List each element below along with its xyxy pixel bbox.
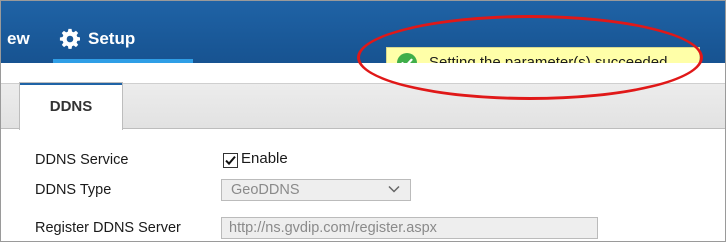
- enable-checkbox[interactable]: [223, 153, 238, 168]
- register-server-field[interactable]: http://ns.gvdip.com/register.aspx: [221, 217, 598, 239]
- ddns-type-row: DDNS Type: [35, 179, 111, 201]
- enable-checkbox-label[interactable]: Enable: [241, 150, 288, 167]
- ddns-service-row: DDNS Service: [35, 149, 128, 171]
- register-server-value: http://ns.gvdip.com/register.aspx: [229, 220, 437, 236]
- ddns-type-select[interactable]: GeoDDNS: [221, 179, 411, 201]
- gear-icon: [59, 28, 80, 49]
- tab-active-accent: [20, 83, 122, 85]
- tab-ddns[interactable]: DDNS: [19, 82, 123, 130]
- window: ew Setup Setting the parameter(s) succee…: [0, 0, 726, 242]
- tab-strip: DDNS: [1, 82, 725, 130]
- nav-setup-label: Setup: [88, 29, 136, 48]
- ddns-service-label: DDNS Service: [35, 152, 129, 168]
- ddns-type-value: GeoDDNS: [231, 182, 300, 198]
- nav-item-preview[interactable]: ew: [7, 29, 30, 49]
- register-server-row: Register DDNS Server: [35, 217, 181, 239]
- nav-item-setup[interactable]: Setup: [59, 23, 135, 63]
- tab-ddns-label: DDNS: [49, 98, 93, 115]
- checkmark-icon: [225, 155, 236, 166]
- ddns-type-label: DDNS Type: [35, 182, 112, 198]
- register-server-label: Register DDNS Server: [35, 220, 181, 236]
- chevron-down-icon: [388, 185, 400, 193]
